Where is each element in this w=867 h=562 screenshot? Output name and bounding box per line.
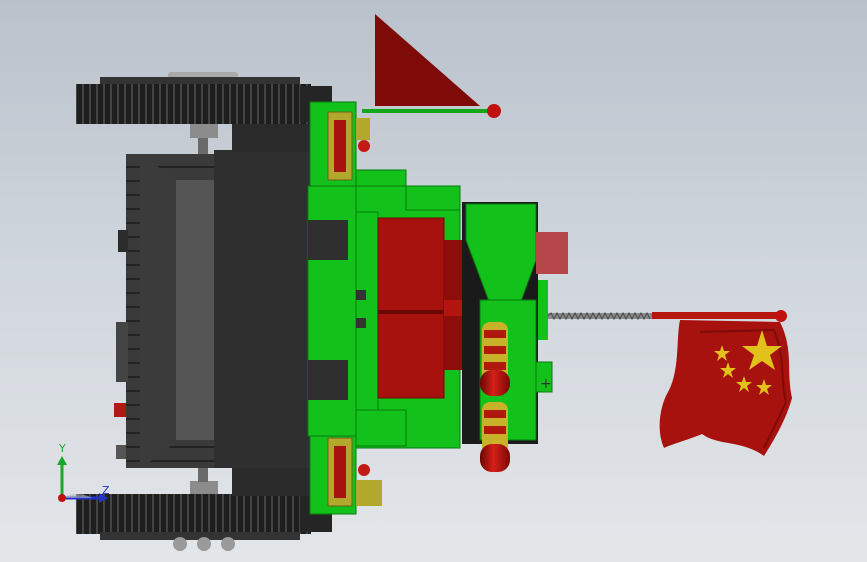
china-flag[interactable] — [659, 320, 792, 456]
view-triad[interactable]: Y Z — [40, 432, 130, 512]
svg-text:+: + — [540, 376, 552, 392]
hull[interactable] — [114, 124, 312, 496]
tank-model[interactable]: + — [0, 0, 867, 562]
spring-antenna[interactable] — [547, 310, 787, 322]
turret[interactable]: + — [307, 101, 568, 515]
triad-z-label: Z — [102, 484, 110, 497]
triad-axes-icon — [57, 456, 108, 503]
graphics-viewport[interactable]: + Y Z — [0, 0, 867, 562]
pennant-flag[interactable] — [362, 14, 501, 118]
triad-y-label: Y — [59, 442, 66, 455]
